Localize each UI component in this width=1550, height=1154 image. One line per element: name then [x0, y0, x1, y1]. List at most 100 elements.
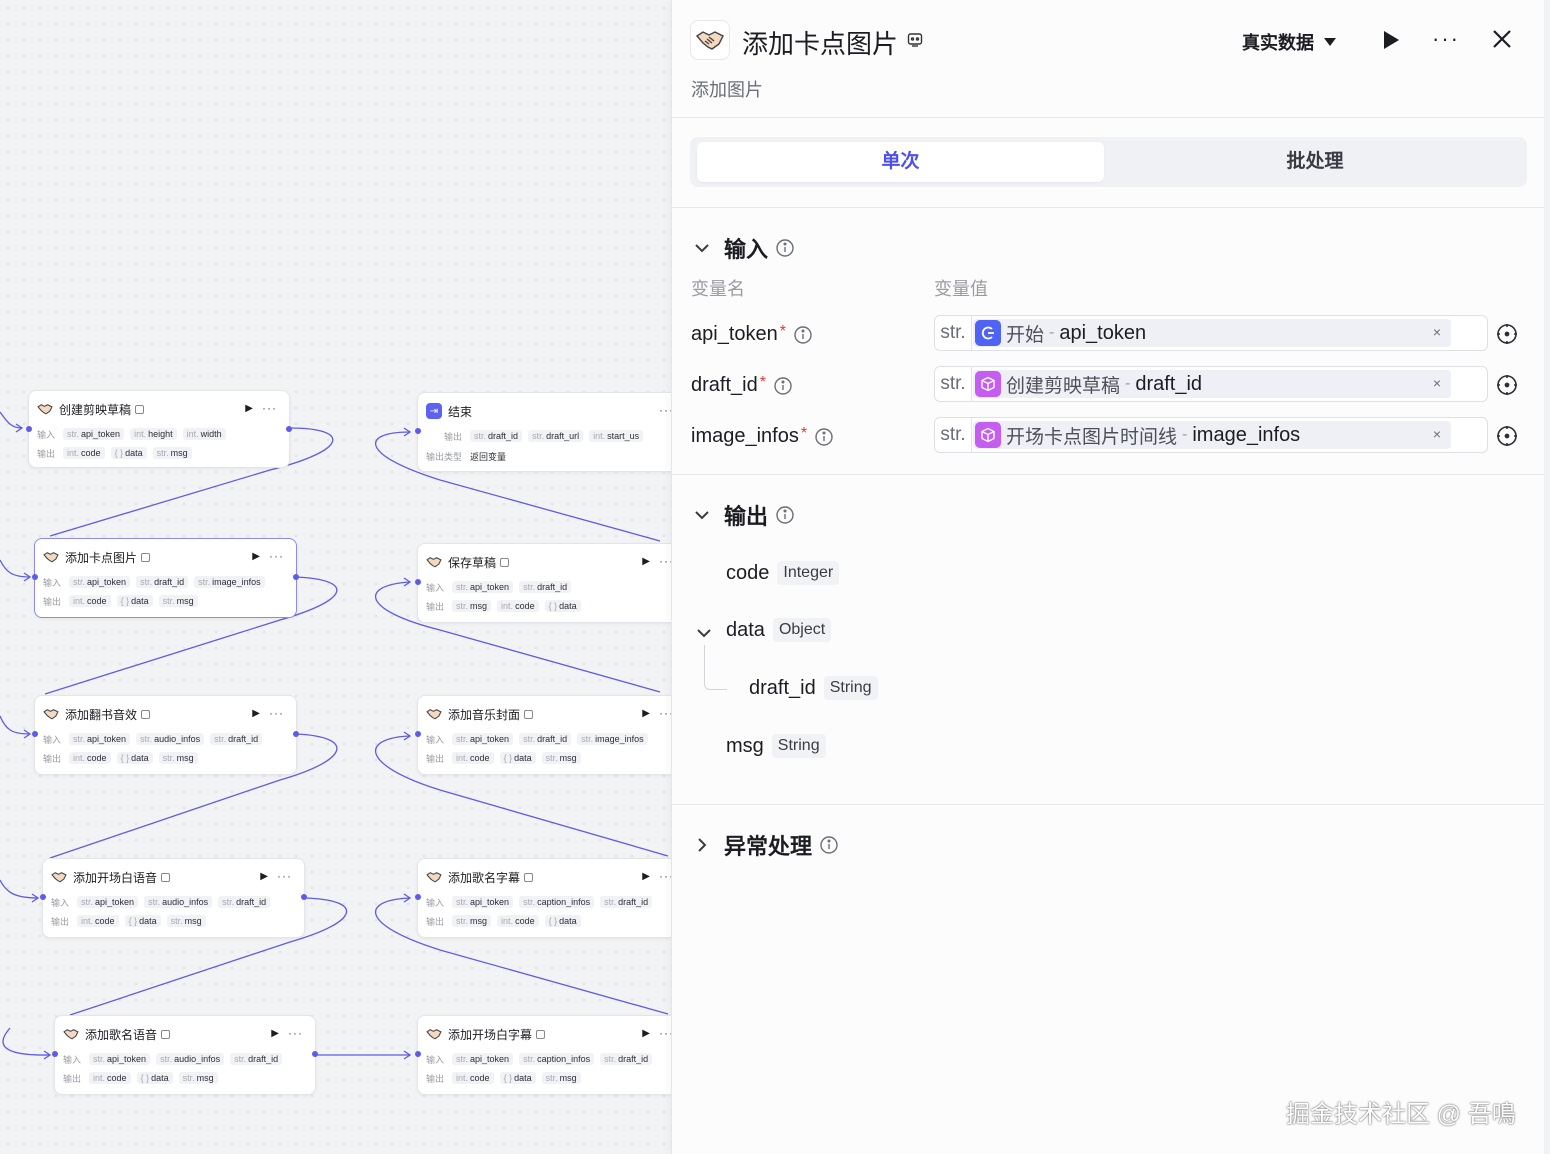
- input-port[interactable]: [415, 428, 421, 434]
- variable-reference-field[interactable]: str. 创建剪映草稿 - draft_id ×: [934, 366, 1488, 402]
- workflow-node[interactable]: 添加卡点图片 ▶ ··· 输入 str. api_token str. draft_id str…: [32, 538, 299, 618]
- error-section-header[interactable]: 异常处理: [694, 829, 838, 861]
- node-run-icon[interactable]: ▶: [642, 1025, 650, 1043]
- output-port[interactable]: [312, 1051, 318, 1057]
- node-run-icon[interactable]: ▶: [252, 548, 260, 566]
- input-port[interactable]: [415, 894, 421, 900]
- param-chip: str. draft_id: [470, 430, 523, 442]
- input-section-header[interactable]: 输入: [694, 232, 794, 264]
- node-more-icon[interactable]: ···: [288, 1025, 303, 1041]
- clear-icon[interactable]: ×: [1433, 426, 1441, 442]
- param-name: data: [131, 596, 149, 606]
- info-icon[interactable]: [794, 325, 812, 344]
- node-header: 添加卡点图片 ▶ ···: [43, 548, 288, 566]
- node-more-icon[interactable]: ···: [269, 548, 284, 564]
- workflow-canvas[interactable]: 创建剪映草稿 ▶ ··· 输入 str. api_token int. height int. w…: [0, 0, 671, 1154]
- info-icon[interactable]: [776, 506, 794, 524]
- variable-reference-field[interactable]: str. 开始 - api_token ×: [934, 315, 1488, 351]
- close-icon[interactable]: [1490, 27, 1514, 51]
- info-icon[interactable]: [776, 239, 794, 257]
- node-more-icon[interactable]: ···: [277, 868, 292, 884]
- input-port[interactable]: [32, 574, 38, 580]
- output-section-header[interactable]: 输出: [694, 499, 794, 531]
- variable-reference-tag[interactable]: 创建剪映草稿 - draft_id ×: [973, 370, 1451, 398]
- param-chip: str. msg: [178, 1072, 218, 1084]
- param-type: str.: [140, 577, 153, 587]
- workflow-node[interactable]: 添加音乐封面▶···输入str.api_tokenstr.draft_idstr…: [415, 695, 671, 775]
- input-port[interactable]: [415, 731, 421, 737]
- clear-icon[interactable]: ×: [1433, 375, 1441, 391]
- node-header: 保存草稿 ▶ ···: [426, 553, 671, 571]
- data-mode-select[interactable]: 真实数据: [1242, 29, 1336, 55]
- workflow-node[interactable]: 添加歌名字幕▶···输入str.api_tokenstr.caption_inf…: [415, 858, 671, 938]
- node-more-icon[interactable]: ···: [262, 400, 277, 416]
- param-chip: { } data: [116, 752, 153, 764]
- variable-picker-icon[interactable]: [1496, 323, 1518, 345]
- inputs-row: 输入 str. api_token str. caption_infos str. draf…: [426, 1052, 653, 1066]
- workflow-node[interactable]: 添加歌名语音 ▶ ··· 输入 str. api_token str. audio_infos…: [52, 1015, 318, 1095]
- param-chip: int. code: [497, 915, 539, 927]
- outputs-row: 输出 int. code { } data str. msg: [43, 751, 198, 765]
- variable-picker-icon[interactable]: [1496, 374, 1518, 396]
- param-type: str.: [162, 596, 175, 606]
- variable-picker-icon[interactable]: [1496, 425, 1518, 447]
- workflow-node[interactable]: ⇥结束···输出str.draft_idstr.draft_urlint.sta…: [415, 392, 671, 472]
- node-more-icon[interactable]: ···: [659, 1025, 671, 1041]
- clear-icon[interactable]: ×: [1433, 324, 1441, 340]
- input-port[interactable]: [415, 579, 421, 585]
- param-chip: str. draft_id: [519, 581, 572, 593]
- node-more-icon[interactable]: ···: [659, 402, 671, 418]
- node-run-icon[interactable]: ▶: [642, 553, 650, 571]
- info-icon[interactable]: [820, 836, 838, 854]
- input-port[interactable]: [415, 1051, 421, 1057]
- node-run-icon[interactable]: ▶: [642, 705, 650, 723]
- workflow-node[interactable]: 保存草稿▶···输入str.api_tokenstr.draft_id输出str…: [415, 543, 671, 623]
- workflow-node[interactable]: 添加开场白语音 ▶ ··· 输入 str. api_token str. audio_info…: [40, 858, 307, 938]
- more-icon[interactable]: ···: [1432, 26, 1460, 52]
- input-port[interactable]: [40, 894, 46, 900]
- node-run-icon[interactable]: ▶: [642, 868, 650, 886]
- param-type: str.: [81, 897, 94, 907]
- variable-reference-tag[interactable]: 开场卡点图片时间线 - image_infos ×: [973, 421, 1451, 449]
- input-port[interactable]: [26, 426, 32, 432]
- input-port[interactable]: [52, 1051, 58, 1057]
- node-more-icon[interactable]: ···: [659, 553, 671, 569]
- plugin-cube-icon: [975, 371, 1001, 397]
- param-type: int.: [501, 916, 514, 926]
- node-more-icon[interactable]: ···: [659, 868, 671, 884]
- node-run-icon[interactable]: ▶: [260, 868, 268, 886]
- param-type: str.: [523, 897, 536, 907]
- info-icon[interactable]: [815, 427, 833, 446]
- output-port[interactable]: [293, 574, 299, 580]
- required-mark: *: [759, 374, 766, 391]
- workflow-node[interactable]: 添加翻书音效 ▶ ··· 输入 str. api_token str. audio_infos…: [32, 695, 299, 775]
- row-label: 输出类型: [426, 451, 463, 462]
- tab-single[interactable]: 单次: [697, 142, 1104, 182]
- output-port[interactable]: [293, 731, 299, 737]
- param-type: int.: [186, 429, 199, 439]
- inputs-row: 输出 str. draft_id str. draft_url int. start_us: [444, 429, 644, 443]
- tab-batch[interactable]: 批处理: [1110, 142, 1520, 182]
- input-port[interactable]: [32, 731, 38, 737]
- node-run-icon[interactable]: ▶: [245, 400, 253, 418]
- row-label: 输入: [63, 1054, 82, 1065]
- param-chip: int. code: [77, 915, 119, 927]
- output-port[interactable]: [286, 426, 292, 432]
- node-header: 添加开场白字幕 ▶ ···: [426, 1025, 671, 1043]
- run-icon[interactable]: [1378, 28, 1402, 52]
- workflow-node[interactable]: 创建剪映草稿 ▶ ··· 输入 str. api_token int. height int. w…: [26, 390, 292, 468]
- variable-reference-field[interactable]: str. 开场卡点图片时间线 - image_infos ×: [934, 417, 1488, 453]
- info-icon[interactable]: [774, 376, 792, 395]
- chevron-down-icon[interactable]: [696, 625, 712, 641]
- node-more-icon[interactable]: ···: [269, 705, 284, 721]
- param-name: msg: [470, 916, 488, 926]
- output-port[interactable]: [301, 894, 307, 900]
- variable-reference-tag[interactable]: 开始 - api_token ×: [973, 319, 1451, 347]
- row-label: 输出: [51, 916, 70, 927]
- node-more-icon[interactable]: ···: [659, 705, 671, 721]
- node-run-icon[interactable]: ▶: [271, 1025, 279, 1043]
- node-run-icon[interactable]: ▶: [252, 705, 260, 723]
- workflow-node[interactable]: 添加开场白字幕▶···输入str.api_tokenstr.caption_in…: [415, 1015, 671, 1095]
- handshake-icon: [426, 706, 442, 722]
- ref-node-name: 开场卡点图片时间线: [1006, 426, 1178, 448]
